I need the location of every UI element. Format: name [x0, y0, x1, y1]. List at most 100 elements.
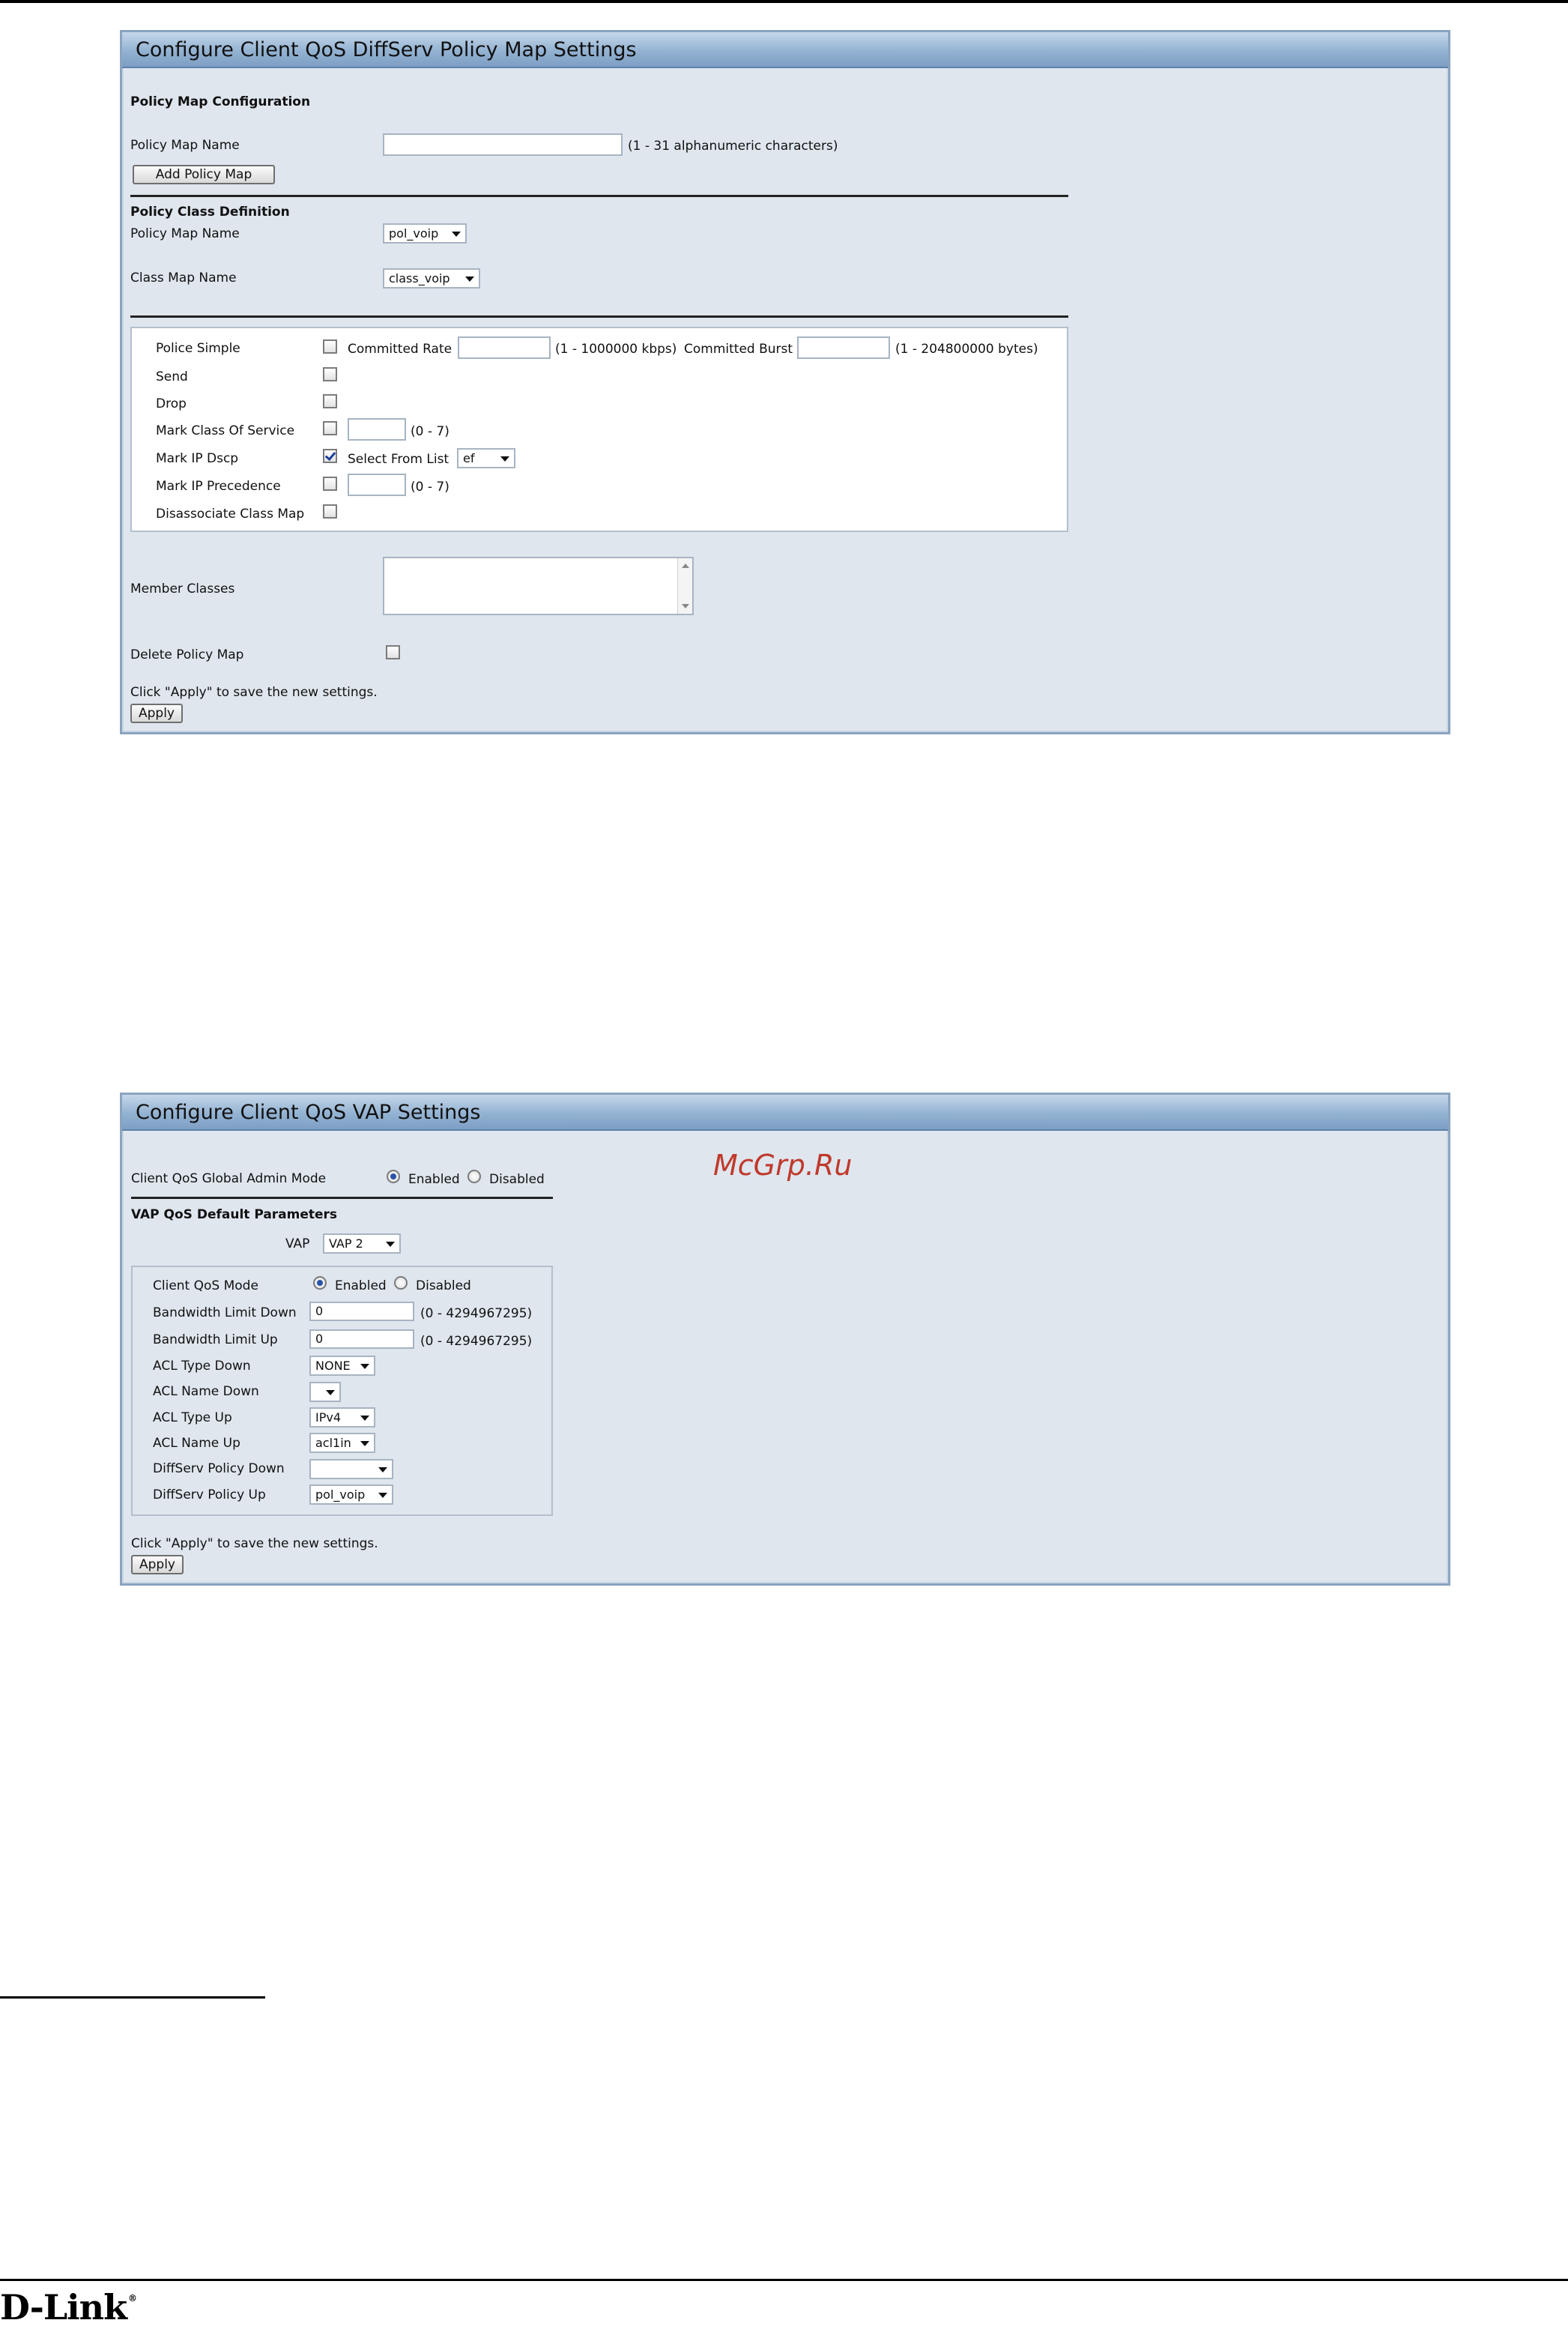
disassociate-label: Disassociate Class Map: [156, 507, 305, 522]
acl-type-down-label: ACL Type Down: [153, 1359, 251, 1374]
vap-panel-title: Configure Client QoS VAP Settings: [122, 1095, 1448, 1131]
bw-down-hint: (0 - 4294967295): [420, 1306, 533, 1321]
chevron-down-icon: [465, 277, 474, 282]
diffserv-down-label: DiffServ Policy Down: [153, 1461, 285, 1476]
mark-precedence-hint: (0 - 7): [411, 480, 449, 495]
top-rule: [0, 0, 1568, 3]
logo-registered-mark: ®: [127, 2293, 137, 2304]
acl-name-down-label: ACL Name Down: [153, 1384, 259, 1399]
dscp-select[interactable]: ef: [457, 448, 515, 468]
chevron-down-icon: [326, 1390, 335, 1395]
member-classes-list[interactable]: [383, 557, 694, 615]
acl-type-up-select[interactable]: IPv4: [309, 1407, 375, 1428]
apply-button[interactable]: Apply: [131, 1555, 184, 1574]
chevron-down-icon: [360, 1441, 369, 1446]
mark-precedence-checkbox[interactable]: [323, 477, 337, 491]
acl-name-up-label: ACL Name Up: [153, 1436, 240, 1451]
policy-map-select-value: pol_voip: [389, 226, 439, 241]
mark-precedence-label: Mark IP Precedence: [156, 479, 281, 494]
vap-parameters-box: Client QoS Mode Enabled Disabled Bandwid…: [131, 1266, 553, 1516]
mark-precedence-input[interactable]: [348, 474, 406, 496]
select-from-list-label: Select From List: [348, 452, 449, 467]
apply-button[interactable]: Apply: [130, 704, 183, 723]
section-divider: [130, 315, 1068, 318]
vap-select[interactable]: VAP 2: [323, 1233, 401, 1254]
global-disabled-radio[interactable]: [467, 1170, 481, 1183]
diffserv-down-select[interactable]: [309, 1459, 393, 1479]
diffserv-up-select[interactable]: pol_voip: [309, 1484, 393, 1505]
vap-select-value: VAP 2: [329, 1236, 363, 1251]
client-qos-disabled-radio[interactable]: [394, 1276, 408, 1290]
bw-down-input[interactable]: 0: [309, 1302, 414, 1321]
vap-defaults-heading: VAP QoS Default Parameters: [131, 1207, 338, 1222]
acl-name-up-select[interactable]: acl1in: [309, 1433, 375, 1453]
committed-rate-hint: (1 - 1000000 kbps): [555, 342, 677, 357]
section-divider: [131, 1197, 553, 1199]
bottom-rule: [0, 2279, 1568, 2281]
police-simple-checkbox[interactable]: [323, 339, 337, 354]
delete-policy-map-checkbox[interactable]: [386, 645, 400, 659]
committed-burst-label: Committed Burst: [684, 342, 793, 357]
policy-map-panel: Configure Client QoS DiffServ Policy Map…: [120, 30, 1450, 734]
scroll-down-icon[interactable]: [682, 604, 689, 608]
policy-map-name-hint: (1 - 31 alphanumeric characters): [628, 139, 838, 154]
logo-text: D-Link: [0, 2287, 127, 2328]
global-enabled-radio[interactable]: [387, 1170, 400, 1183]
diffserv-up-label: DiffServ Policy Up: [153, 1487, 266, 1502]
mark-dscp-checkbox[interactable]: [323, 449, 337, 463]
committed-rate-input[interactable]: [458, 336, 551, 359]
committed-burst-hint: (1 - 204800000 bytes): [895, 342, 1038, 357]
client-qos-mode-label: Client QoS Mode: [153, 1278, 258, 1293]
add-policy-map-button[interactable]: Add Policy Map: [133, 165, 275, 184]
acl-type-up-label: ACL Type Up: [153, 1410, 232, 1425]
chevron-down-icon: [360, 1416, 369, 1421]
drop-checkbox[interactable]: [323, 394, 337, 408]
section-divider: [130, 195, 1068, 197]
client-qos-disabled-label: Disabled: [416, 1278, 471, 1293]
mark-cos-input[interactable]: [348, 418, 406, 441]
mark-cos-checkbox[interactable]: [323, 421, 337, 435]
policy-map-name-label: Policy Map Name: [130, 138, 240, 153]
vap-label: VAP: [285, 1236, 310, 1251]
chevron-down-icon: [386, 1242, 395, 1247]
send-label: Send: [156, 369, 188, 384]
committed-rate-label: Committed Rate: [348, 342, 452, 357]
chevron-down-icon: [378, 1493, 387, 1498]
class-map-select-value: class_voip: [389, 271, 450, 286]
acl-type-down-select[interactable]: NONE: [309, 1356, 375, 1376]
policy-map-name-input[interactable]: [383, 133, 623, 156]
acl-name-down-select[interactable]: [309, 1382, 341, 1402]
global-disabled-label: Disabled: [489, 1172, 545, 1187]
committed-burst-input[interactable]: [797, 336, 890, 359]
client-qos-enabled-radio[interactable]: [313, 1276, 327, 1290]
send-checkbox[interactable]: [323, 367, 337, 381]
dlink-logo: D-Link ®: [0, 2287, 137, 2328]
bw-up-hint: (0 - 4294967295): [420, 1334, 533, 1349]
scroll-up-icon[interactable]: [682, 564, 689, 568]
bw-down-label: Bandwidth Limit Down: [153, 1305, 297, 1320]
disassociate-checkbox[interactable]: [323, 504, 337, 519]
policy-panel-title: Configure Client QoS DiffServ Policy Map…: [122, 32, 1448, 68]
global-admin-mode-label: Client QoS Global Admin Mode: [131, 1171, 327, 1186]
acl-name-up-value: acl1in: [315, 1436, 351, 1450]
delete-policy-map-label: Delete Policy Map: [130, 647, 244, 662]
policy-map-select[interactable]: pol_voip: [383, 223, 467, 244]
drop-label: Drop: [156, 396, 187, 411]
diffserv-up-value: pol_voip: [315, 1487, 366, 1502]
class-actions-box: Police Simple Committed Rate (1 - 100000…: [130, 327, 1068, 532]
policy-class-def-heading: Policy Class Definition: [130, 205, 290, 220]
acl-type-up-value: IPv4: [315, 1410, 342, 1425]
chevron-down-icon: [452, 232, 461, 237]
member-classes-scrollbar[interactable]: [677, 558, 692, 614]
policy-map-config-heading: Policy Map Configuration: [130, 94, 311, 109]
acl-type-down-value: NONE: [315, 1359, 351, 1373]
chevron-down-icon: [500, 456, 509, 462]
watermark: McGrp.Ru: [713, 1149, 853, 1182]
class-map-select[interactable]: class_voip: [383, 268, 480, 289]
bw-up-label: Bandwidth Limit Up: [153, 1332, 278, 1347]
apply-note: Click "Apply" to save the new settings.: [131, 1536, 378, 1551]
policy-map-select-label: Policy Map Name: [130, 226, 240, 241]
mark-dscp-label: Mark IP Dscp: [156, 451, 239, 466]
dscp-select-value: ef: [463, 451, 475, 465]
bw-up-input[interactable]: 0: [309, 1329, 414, 1349]
